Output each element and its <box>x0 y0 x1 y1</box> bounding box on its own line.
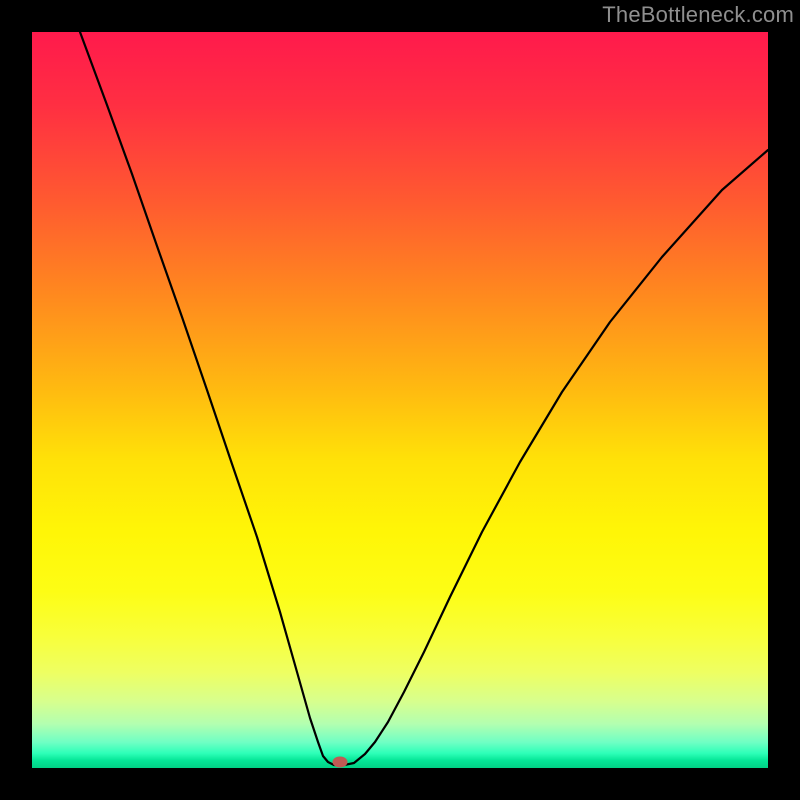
plot-area <box>32 32 768 768</box>
chart-canvas: TheBottleneck.com <box>0 0 800 800</box>
minimum-marker <box>333 757 348 768</box>
watermark-text: TheBottleneck.com <box>602 2 794 28</box>
curve-svg <box>32 32 768 768</box>
bottleneck-curve <box>80 32 768 765</box>
